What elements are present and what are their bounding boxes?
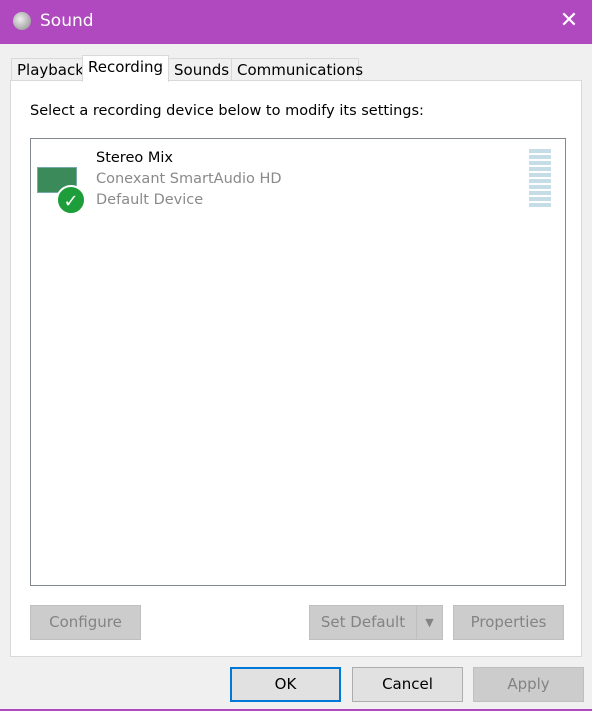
tab-communications[interactable]: Communications xyxy=(231,58,363,82)
set-default-button[interactable]: Set Default xyxy=(309,605,417,640)
level-meter xyxy=(529,149,551,209)
level-bar xyxy=(529,167,551,171)
device-item[interactable]: ✓ Stereo Mix Conexant SmartAudio HD Defa… xyxy=(35,147,560,217)
cancel-button[interactable]: Cancel xyxy=(352,667,463,702)
level-bar xyxy=(529,155,551,159)
recording-panel: Select a recording device below to modif… xyxy=(10,80,582,657)
level-bar xyxy=(529,191,551,195)
configure-button[interactable]: Configure xyxy=(30,605,141,640)
properties-button[interactable]: Properties xyxy=(453,605,564,640)
device-name: Stereo Mix xyxy=(96,150,173,166)
device-list[interactable]: ✓ Stereo Mix Conexant SmartAudio HD Defa… xyxy=(30,138,566,586)
title-bar: Sound ✕ xyxy=(0,0,592,44)
level-bar xyxy=(529,197,551,201)
level-bar xyxy=(529,173,551,177)
device-status: Default Device xyxy=(96,192,204,208)
speaker-icon xyxy=(13,12,31,30)
level-bar xyxy=(529,203,551,207)
tab-sounds[interactable]: Sounds xyxy=(168,58,232,82)
instruction-text: Select a recording device below to modif… xyxy=(30,103,424,119)
level-bar xyxy=(529,185,551,189)
level-bar xyxy=(529,179,551,183)
level-bar xyxy=(529,161,551,165)
window-title: Sound xyxy=(40,11,94,31)
level-bar xyxy=(529,149,551,153)
default-check-icon: ✓ xyxy=(56,185,86,215)
ok-button[interactable]: OK xyxy=(230,667,341,702)
apply-button[interactable]: Apply xyxy=(473,667,584,702)
tab-recording[interactable]: Recording xyxy=(82,55,169,82)
tab-playback[interactable]: Playback xyxy=(11,58,84,82)
close-button[interactable]: ✕ xyxy=(546,0,592,44)
device-driver: Conexant SmartAudio HD xyxy=(96,171,282,187)
set-default-dropdown-icon[interactable]: ▼ xyxy=(416,605,443,640)
